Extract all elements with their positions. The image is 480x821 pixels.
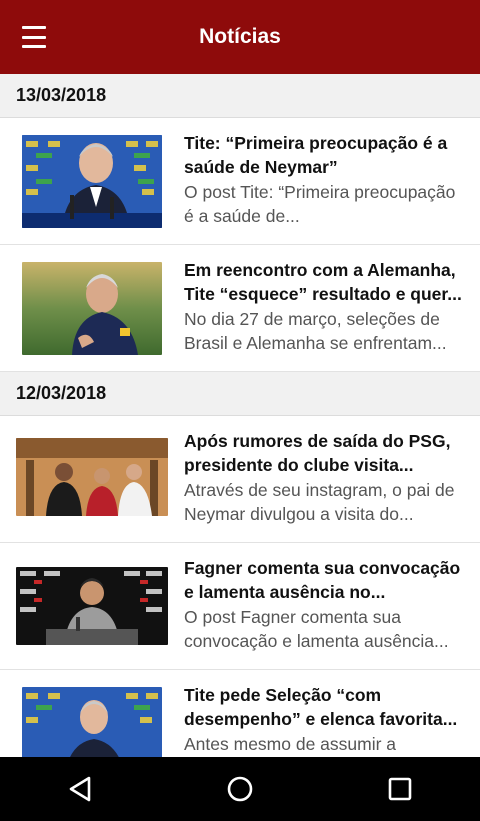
- news-thumbnail: [22, 135, 162, 228]
- news-title: Tite pede Seleção “com desempenho” e ele…: [184, 685, 458, 729]
- news-excerpt: No dia 27 de março, seleções de Brasil e…: [184, 309, 447, 353]
- hamburger-menu-icon[interactable]: [22, 26, 52, 48]
- news-thumbnail: [22, 262, 162, 355]
- news-item[interactable]: Tite pede Seleção “com desempenho” e ele…: [0, 670, 480, 757]
- news-thumbnail: [22, 687, 162, 757]
- news-excerpt: O post Fagner comenta sua convocação e l…: [184, 607, 449, 651]
- news-title: Após rumores de saída do PSG, presidente…: [184, 431, 451, 475]
- news-title: Em reencontro com a Alemanha, Tite “esqu…: [184, 260, 462, 304]
- news-excerpt: Através de seu instagram, o pai de Neyma…: [184, 480, 455, 524]
- date-header: 13/03/2018: [0, 74, 480, 118]
- news-excerpt: O post Tite: “Primeira preocupação é a s…: [184, 182, 456, 226]
- news-title: Fagner comenta sua convocação e lamenta …: [184, 558, 461, 602]
- news-list[interactable]: 13/03/2018 Tite: “Primeira preocupação é…: [0, 74, 480, 757]
- back-triangle-icon[interactable]: [50, 769, 110, 809]
- page-title: Notícias: [199, 25, 281, 48]
- news-title: Tite: “Primeira preocupação é a saúde de…: [184, 133, 448, 177]
- news-item[interactable]: Após rumores de saída do PSG, presidente…: [0, 416, 480, 543]
- news-excerpt: Antes mesmo de assumir a: [184, 734, 397, 754]
- news-thumbnail: [16, 438, 168, 516]
- recents-square-icon[interactable]: [370, 769, 430, 809]
- app-bar: Notícias: [0, 0, 480, 74]
- system-nav-bar: [0, 757, 480, 821]
- news-thumbnail: [16, 567, 168, 645]
- news-item[interactable]: Tite: “Primeira preocupação é a saúde de…: [0, 118, 480, 245]
- date-header: 12/03/2018: [0, 372, 480, 416]
- news-item[interactable]: Fagner comenta sua convocação e lamenta …: [0, 543, 480, 670]
- home-circle-icon[interactable]: [210, 769, 270, 809]
- news-item[interactable]: Em reencontro com a Alemanha, Tite “esqu…: [0, 245, 480, 372]
